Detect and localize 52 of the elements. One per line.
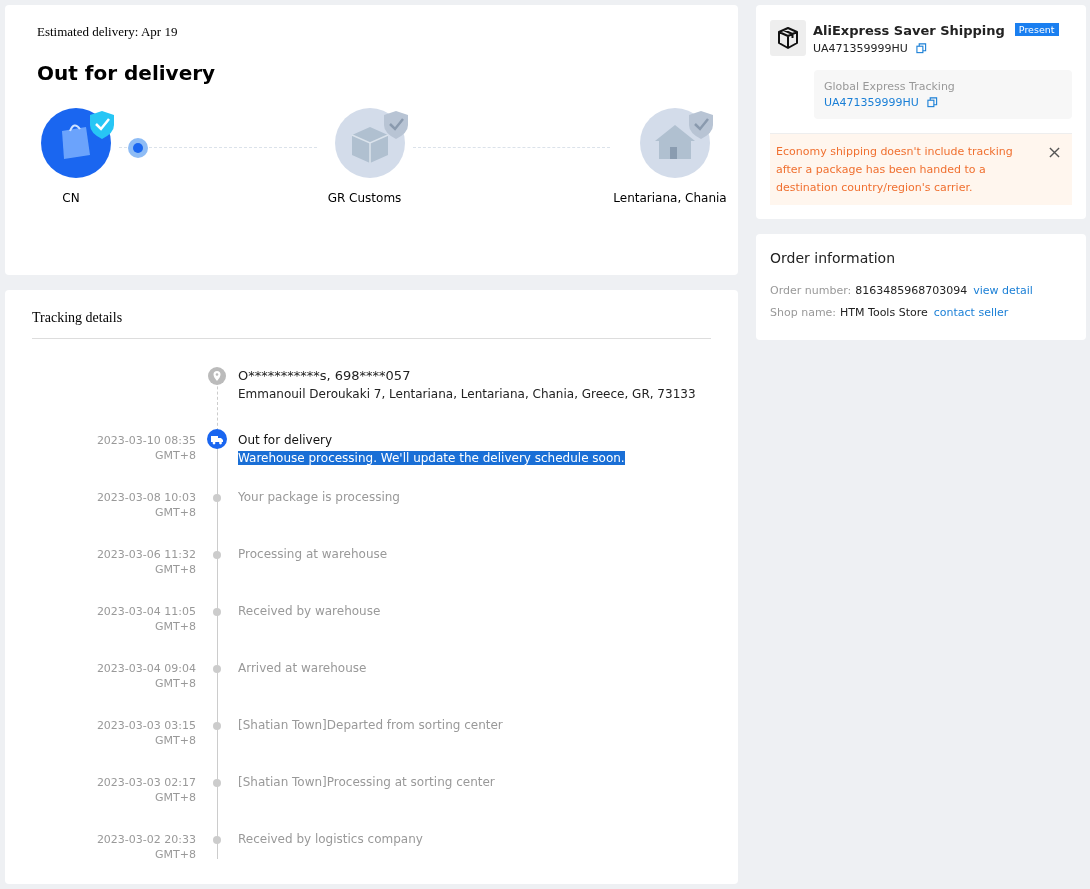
event-detail: Warehouse processing. We'll update the delivery schedule soon. <box>238 450 626 467</box>
close-icon[interactable] <box>1049 147 1060 158</box>
stage-label: Lentariana, Chania <box>613 191 727 205</box>
location-pin-icon <box>208 367 226 385</box>
event-date: 2023-03-10 08:35 <box>95 433 196 448</box>
delivery-status: Out for delivery <box>37 61 217 85</box>
text-link[interactable]: contact seller <box>933 306 1009 319</box>
stage-label: CN <box>62 191 80 205</box>
field-value: HTM Tools Store <box>840 306 928 319</box>
copy-icon[interactable] <box>915 43 927 54</box>
stage-label: GR Customs <box>327 191 402 205</box>
event-title: Received by warehouse <box>238 603 382 620</box>
event-timezone: GMT+8 <box>154 619 196 634</box>
event-title: Your package is processing <box>238 489 401 506</box>
field-label: Shop name: <box>770 306 837 319</box>
event-date: 2023-03-04 11:05 <box>95 604 196 619</box>
event-title: Processing at warehouse <box>238 546 389 563</box>
event-date: 2023-03-06 11:32 <box>95 547 196 562</box>
event-date: 2023-03-03 02:17 <box>95 775 196 790</box>
event-timezone: GMT+8 <box>154 790 196 805</box>
text-link[interactable]: view detail <box>973 284 1033 297</box>
event-timezone: GMT+8 <box>154 562 196 577</box>
event-timezone: GMT+8 <box>154 733 196 748</box>
field-value: 8163485968703094 <box>855 284 968 297</box>
event-title: [Shatian Town]Processing at sorting center <box>238 774 496 791</box>
order-title: Order information <box>770 250 897 266</box>
event-timezone: GMT+8 <box>154 676 196 691</box>
event-date: 2023-03-04 09:04 <box>95 661 196 676</box>
event-date: 2023-03-03 03:15 <box>95 718 196 733</box>
recipient-name: O***********s, 698****057 <box>238 367 412 385</box>
field-label: Order number: <box>770 284 852 297</box>
present-badge: Present <box>1014 23 1059 36</box>
progress-dot <box>128 138 148 158</box>
event-title: Out for delivery <box>238 432 334 449</box>
event-title: [Shatian Town]Departed from sorting center <box>238 717 504 734</box>
tracking-title: Tracking details <box>32 310 711 339</box>
tracking-number: UA471359999HU <box>813 42 908 55</box>
copy-icon[interactable] <box>926 97 938 108</box>
notice-text: Economy shipping doesn't include tracking after a package has been handed to a destination country/region's carrier. <box>776 144 1014 196</box>
event-date: 2023-03-08 10:03 <box>95 490 196 505</box>
event-title: Arrived at warehouse <box>238 660 368 677</box>
estimated-delivery: Estimated delivery: Apr 19 <box>37 24 179 40</box>
carrier-name: AliExpress Saver Shipping <box>813 23 1005 38</box>
package-icon <box>770 20 806 56</box>
event-date: 2023-03-02 20:33 <box>95 832 196 847</box>
recipient-address: Emmanouil Deroukaki 7, Lentariana, Lentariana, Chania, Greece, GR, 73133 <box>238 386 697 403</box>
event-timezone: GMT+8 <box>154 847 196 862</box>
event-timezone: GMT+8 <box>154 505 196 520</box>
event-title: Received by logistics company <box>238 831 424 848</box>
global-tracking-label: Global Express Tracking <box>824 80 956 93</box>
event-timezone: GMT+8 <box>154 448 196 463</box>
tracking-number-link[interactable]: UA471359999HU <box>824 96 919 109</box>
